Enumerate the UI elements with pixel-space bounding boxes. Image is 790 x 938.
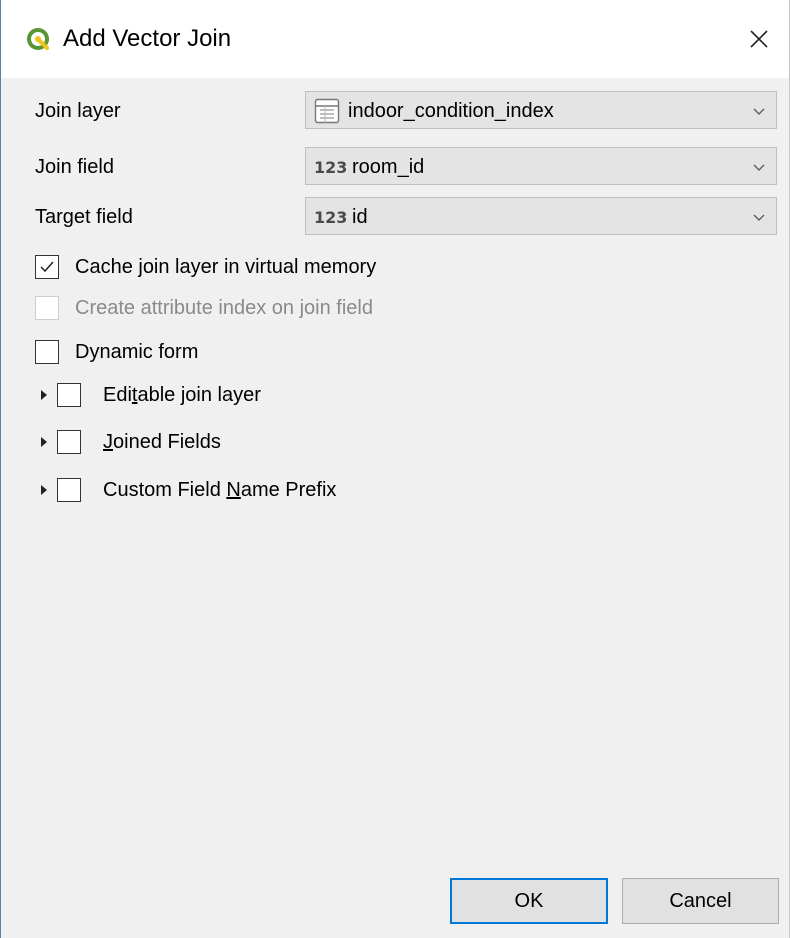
ok-button[interactable]: OK [450, 878, 608, 924]
cache-join-layer-checkbox[interactable] [35, 255, 59, 279]
checkmark-icon [40, 261, 54, 273]
expand-arrow-icon[interactable] [41, 437, 47, 447]
join-layer-combobox[interactable]: indoor_condition_index [305, 91, 777, 129]
target-field-combobox[interactable]: 123 id [305, 197, 777, 235]
chevron-down-icon [753, 108, 765, 115]
attribute-index-label: Create attribute index on join field [75, 297, 373, 319]
attribute-index-checkbox [35, 296, 59, 320]
editable-join-layer-checkbox[interactable] [57, 383, 81, 407]
integer-type-icon: 123 [314, 158, 348, 177]
custom-field-prefix-checkbox[interactable] [57, 478, 81, 502]
joined-fields-checkbox[interactable] [57, 430, 81, 454]
chevron-down-icon [753, 164, 765, 171]
title-bar: Add Vector Join [1, 0, 789, 78]
join-field-combobox[interactable]: 123 room_id [305, 147, 777, 185]
join-field-row: Join field 123 room_id [35, 147, 779, 187]
join-layer-row: Join layer indoor_condition_index [35, 91, 779, 131]
target-field-value: id [352, 206, 368, 228]
integer-type-icon: 123 [314, 208, 348, 227]
target-field-label: Target field [35, 206, 133, 228]
joined-fields-label: Joined Fields [103, 431, 221, 453]
join-field-label: Join field [35, 156, 114, 178]
editable-join-layer-label: Editable join layer [103, 384, 261, 406]
qgis-logo-icon [27, 28, 49, 50]
table-layer-icon [314, 98, 340, 124]
custom-field-prefix-label: Custom Field Name Prefix [103, 479, 337, 501]
dynamic-form-option[interactable]: Dynamic form [35, 338, 295, 368]
expand-arrow-icon[interactable] [41, 390, 47, 400]
join-field-value: room_id [352, 156, 425, 178]
cache-join-layer-option[interactable]: Cache join layer in virtual memory [35, 253, 455, 283]
join-layer-value: indoor_condition_index [348, 100, 554, 122]
chevron-down-icon [753, 214, 765, 221]
cache-join-layer-label: Cache join layer in virtual memory [75, 256, 377, 278]
dialog-body: Join layer indoor_condition_index Join f… [1, 78, 789, 938]
custom-field-prefix-group[interactable]: Custom Field Name Prefix [41, 476, 381, 506]
join-layer-label: Join layer [35, 100, 121, 122]
cancel-button[interactable]: Cancel [622, 878, 779, 924]
add-vector-join-dialog: Add Vector Join Join layer indoor_condit… [0, 0, 790, 938]
expand-arrow-icon[interactable] [41, 485, 47, 495]
target-field-row: Target field 123 id [35, 197, 779, 237]
dynamic-form-label: Dynamic form [75, 341, 199, 363]
joined-fields-group[interactable]: Joined Fields [41, 428, 341, 458]
close-button[interactable] [729, 0, 789, 78]
dynamic-form-checkbox[interactable] [35, 340, 59, 364]
close-icon [750, 30, 768, 48]
window-title: Add Vector Join [63, 25, 232, 52]
attribute-index-option: Create attribute index on join field [35, 294, 455, 324]
editable-join-layer-group[interactable]: Editable join layer [41, 381, 341, 411]
